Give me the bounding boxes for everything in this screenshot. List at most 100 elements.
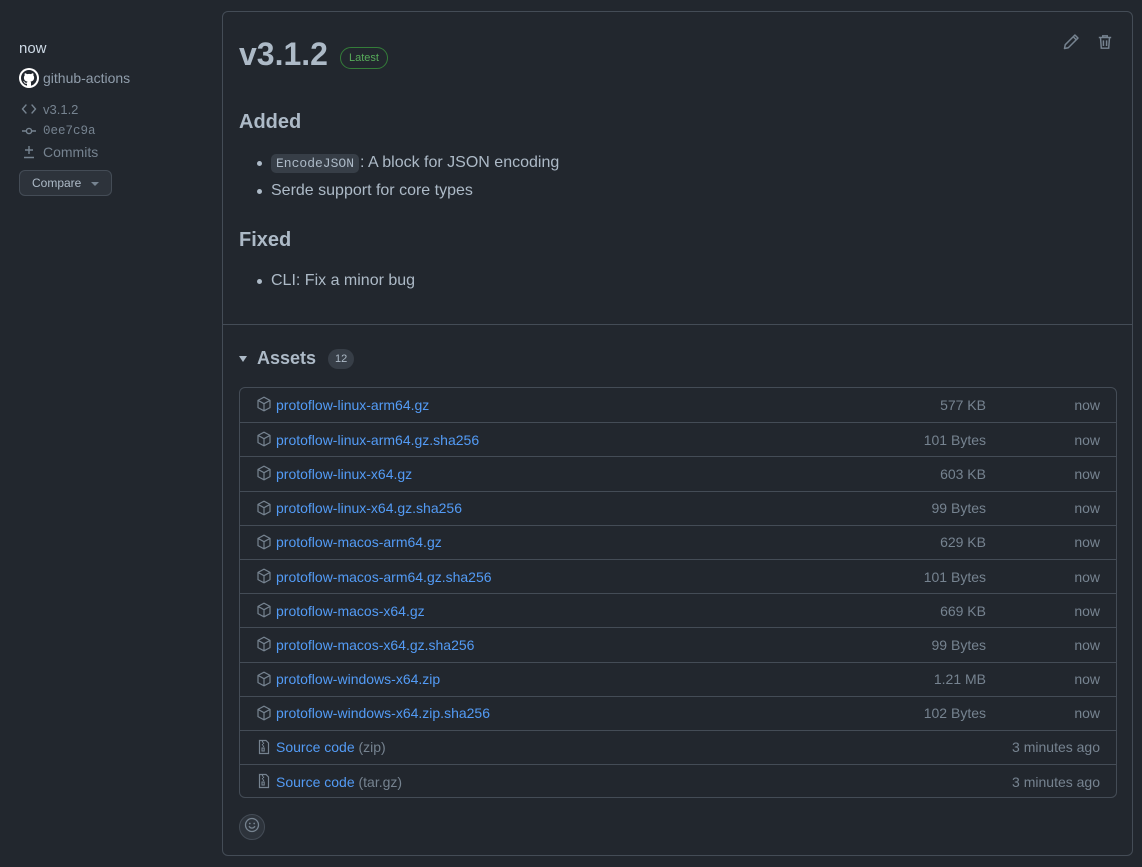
latest-badge: Latest <box>340 47 388 69</box>
asset-row: protoflow-linux-arm64.gz 577 KB now <box>240 388 1116 422</box>
package-icon <box>256 602 272 618</box>
asset-size: 99 Bytes <box>931 636 986 653</box>
commit-sha: 0ee7c9a <box>43 124 96 138</box>
avatar <box>19 68 39 88</box>
asset-time: now <box>1074 568 1100 585</box>
tag-name: v3.1.2 <box>43 101 79 117</box>
compare-label: Compare <box>32 176 82 190</box>
asset-time: now <box>1074 602 1100 619</box>
commits-link[interactable]: Commits <box>19 142 98 162</box>
asset-link[interactable]: protoflow-macos-arm64.gz <box>276 534 442 550</box>
asset-link[interactable]: protoflow-linux-arm64.gz <box>276 397 429 413</box>
commit-link[interactable]: 0ee7c9a <box>19 121 96 141</box>
asset-size: 577 KB <box>940 397 986 414</box>
asset-row: protoflow-macos-arm64.gz 629 KB now <box>240 524 1116 559</box>
asset-time: 3 minutes ago <box>1012 773 1100 790</box>
asset-time: now <box>1074 534 1100 551</box>
file-zip-icon <box>256 773 272 789</box>
source-code-label: Source code <box>276 773 355 790</box>
asset-row: protoflow-macos-x64.gz 669 KB now <box>240 593 1116 627</box>
package-icon <box>256 568 272 584</box>
list-item-text: : A block for JSON encoding <box>360 154 560 171</box>
assets-count-badge: 12 <box>328 348 355 369</box>
commits-label: Commits <box>43 144 99 160</box>
added-heading: Added <box>239 111 302 133</box>
pencil-icon[interactable] <box>1062 33 1080 51</box>
assets-toggle[interactable]: Assets 12 <box>239 348 355 369</box>
asset-row: protoflow-linux-arm64.gz.sha256 101 Bytes… <box>240 422 1116 456</box>
asset-size: 629 KB <box>940 534 986 551</box>
package-icon <box>256 705 272 721</box>
asset-link[interactable]: protoflow-macos-x64.gz.sha256 <box>276 637 474 653</box>
asset-size: 101 Bytes <box>923 568 986 585</box>
asset-link[interactable]: protoflow-linux-x64.gz <box>276 466 412 482</box>
file-zip-icon <box>256 739 272 755</box>
package-icon <box>256 396 272 412</box>
asset-row: protoflow-macos-arm64.gz.sha256 101 Bytes… <box>240 558 1116 593</box>
package-icon <box>256 671 272 687</box>
list-item: EncodeJSON: A block for JSON encoding <box>257 149 559 177</box>
source-code-link[interactable]: Source code (zip) <box>276 739 386 755</box>
trash-icon[interactable] <box>1096 33 1114 51</box>
list-item-text: CLI: Fix a minor bug <box>271 272 416 289</box>
assets-title: Assets <box>257 348 317 368</box>
package-icon <box>256 500 272 516</box>
asset-row: protoflow-macos-x64.gz.sha256 99 Bytes now <box>240 627 1116 661</box>
release-time: now <box>19 40 47 57</box>
release-title[interactable]: v3.1.2 <box>239 36 328 73</box>
source-code-row: Source code (zip) 3 minutes ago <box>240 729 1116 764</box>
package-icon <box>256 431 272 447</box>
asset-time: now <box>1074 431 1100 448</box>
list-item: CLI: Fix a minor bug <box>257 267 415 295</box>
list-item-text: Serde support for core types <box>271 182 473 199</box>
asset-link[interactable]: protoflow-linux-x64.gz.sha256 <box>276 500 462 516</box>
asset-time: now <box>1074 465 1100 482</box>
release-card: v3.1.2 Latest Added EncodeJSON: A block … <box>222 11 1133 856</box>
asset-size: 669 KB <box>940 602 986 619</box>
git-commit-icon <box>19 121 39 141</box>
asset-size: 1.21 MB <box>933 671 986 688</box>
chevron-down-icon <box>91 182 99 186</box>
asset-link[interactable]: protoflow-macos-x64.gz <box>276 603 425 619</box>
add-reaction-button[interactable] <box>239 814 265 840</box>
compare-button[interactable]: Compare <box>19 170 112 196</box>
inline-code: EncodeJSON <box>271 154 360 173</box>
source-code-row: Source code (tar.gz) 3 minutes ago <box>240 764 1116 797</box>
code-icon <box>19 99 39 119</box>
divider <box>223 324 1132 325</box>
author-name: github-actions <box>43 70 131 86</box>
smiley-icon <box>244 817 260 838</box>
asset-row: protoflow-linux-x64.gz.sha256 99 Bytes now <box>240 490 1116 525</box>
triangle-down-icon <box>239 355 247 362</box>
asset-time: now <box>1074 500 1100 517</box>
package-icon <box>256 534 272 550</box>
list-item: Serde support for core types <box>257 177 559 205</box>
asset-row: protoflow-windows-x64.zip.sha256 102 Byte… <box>240 695 1116 730</box>
asset-time: now <box>1074 397 1100 414</box>
tag-link[interactable]: v3.1.2 <box>19 99 78 119</box>
added-list: EncodeJSON: A block for JSON encoding Se… <box>257 149 559 205</box>
release-sidebar: now github-actions v3.1.2 0ee7c9a Commit… <box>0 0 222 867</box>
asset-link[interactable]: protoflow-windows-x64.zip.sha256 <box>276 705 490 721</box>
source-format: (tar.gz) <box>358 773 403 790</box>
source-format: (zip) <box>358 739 386 756</box>
asset-size: 102 Bytes <box>923 705 986 722</box>
fixed-list: CLI: Fix a minor bug <box>257 267 415 295</box>
asset-row: protoflow-linux-x64.gz 603 KB now <box>240 456 1116 490</box>
package-icon <box>256 465 272 481</box>
asset-link[interactable]: protoflow-windows-x64.zip <box>276 671 440 687</box>
source-code-label: Source code <box>276 739 355 756</box>
asset-size: 603 KB <box>940 465 986 482</box>
asset-time: now <box>1074 636 1100 653</box>
asset-time: now <box>1074 705 1100 722</box>
asset-size: 99 Bytes <box>931 500 986 517</box>
author-link[interactable]: github-actions <box>19 68 130 88</box>
asset-link[interactable]: protoflow-macos-arm64.gz.sha256 <box>276 569 492 585</box>
asset-time: 3 minutes ago <box>1012 739 1100 756</box>
assets-list: protoflow-linux-arm64.gz 577 KB now protofl… <box>239 387 1117 798</box>
asset-time: now <box>1074 671 1100 688</box>
source-code-link[interactable]: Source code (tar.gz) <box>276 774 402 790</box>
asset-size: 101 Bytes <box>923 431 986 448</box>
asset-link[interactable]: protoflow-linux-arm64.gz.sha256 <box>276 432 479 448</box>
github-octocat-icon <box>19 68 39 88</box>
